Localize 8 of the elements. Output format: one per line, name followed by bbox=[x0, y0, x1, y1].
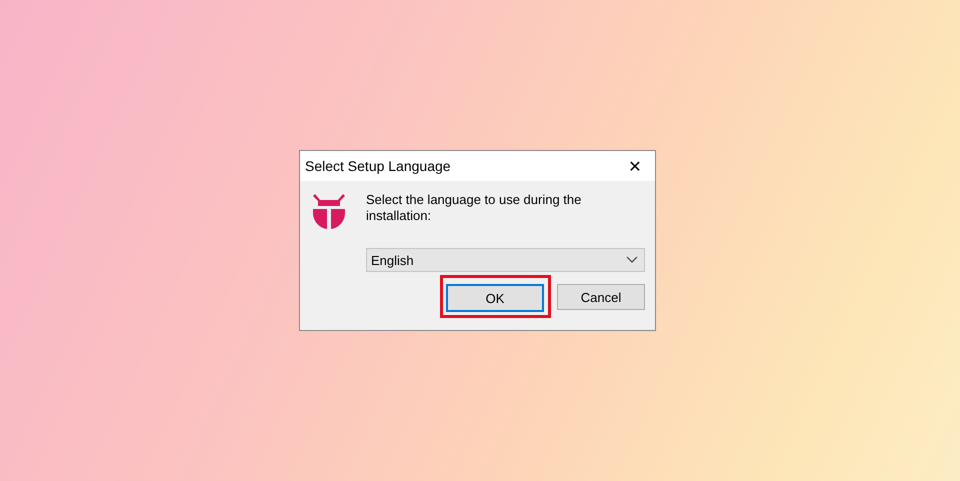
cancel-button[interactable]: Cancel bbox=[557, 284, 645, 310]
instruction-text: Select the language to use during the installation: bbox=[366, 192, 582, 224]
bug-icon bbox=[312, 191, 346, 231]
language-dropdown[interactable]: English bbox=[366, 248, 645, 272]
chevron-down-icon bbox=[626, 256, 638, 264]
close-button[interactable]: ✕ bbox=[615, 151, 655, 181]
window-title: Select Setup Language bbox=[305, 158, 451, 174]
ok-button[interactable]: OK bbox=[446, 284, 544, 312]
